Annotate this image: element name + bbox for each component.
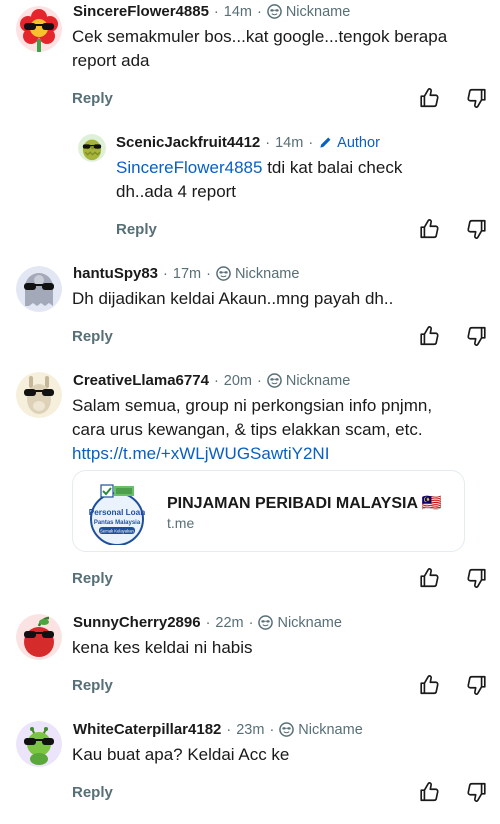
avatar-badge-icon <box>279 722 294 737</box>
separator: · <box>213 372 219 389</box>
thumb-line2: Pantas Malaysia <box>94 520 141 526</box>
avatar-badge-icon <box>216 266 231 281</box>
ghost-avatar[interactable] <box>16 266 62 312</box>
timestamp: 14m <box>223 3 252 20</box>
comment-body: kena kes keldai ni habis <box>72 638 253 657</box>
thumbs-up-icon[interactable] <box>418 781 440 803</box>
separator: · <box>269 721 275 738</box>
comment-line: SincereFlower4885 tdi kat balai check <box>116 156 402 180</box>
flower-avatar[interactable] <box>16 6 62 52</box>
reply-button[interactable]: Reply <box>72 90 113 107</box>
avatar-badge-icon <box>267 373 282 388</box>
thumbs-up-icon[interactable] <box>418 674 440 696</box>
user-mention-link[interactable]: SincereFlower4885 <box>116 158 262 177</box>
preview-thumbnail: Personal Loan Pantas Malaysia Semak Kela… <box>83 479 151 545</box>
reply-button[interactable]: Reply <box>72 784 113 801</box>
user-flair: Nickname <box>285 3 351 20</box>
comment-line: Salam semua, group ni perkongsian info p… <box>72 396 433 415</box>
username[interactable]: WhiteCaterpillar4182 <box>73 721 221 738</box>
separator: · <box>256 3 262 20</box>
reply-button[interactable]: Reply <box>72 677 113 694</box>
separator: · <box>248 614 254 631</box>
timestamp: 20m <box>223 372 252 389</box>
comment-meta: hantuSpy83 · 17m · Nickname <box>73 265 299 282</box>
separator: · <box>257 372 262 389</box>
separator: · <box>163 265 168 282</box>
timestamp: 14m <box>275 134 304 151</box>
comment-line: dh..ada 4 report <box>116 182 237 201</box>
thumbs-up-icon[interactable] <box>418 218 440 240</box>
thumbs-up-icon[interactable] <box>418 567 440 589</box>
separator: · <box>226 721 232 738</box>
comment-meta: SincereFlower4885 · 14m · Nickname <box>73 3 350 20</box>
comment-text: tdi kat balai check <box>262 158 403 177</box>
timestamp: 23m <box>236 721 265 738</box>
pencil-icon <box>318 135 333 150</box>
user-flair: Nickname <box>298 721 363 738</box>
comment-body: Dh dijadikan keldai Akaun..mng payah dh.… <box>72 289 394 308</box>
comment-meta: ScenicJackfruit4412 · 14m · Author <box>116 134 380 151</box>
username[interactable]: ScenicJackfruit4412 <box>116 134 260 151</box>
thumbs-down-icon[interactable] <box>466 674 488 696</box>
comment-line: cara urus kewangan, & tips elakkan scam,… <box>72 420 423 439</box>
comment-body: Kau buat apa? Keldai Acc ke <box>72 745 290 764</box>
separator: · <box>206 265 211 282</box>
cherry-avatar[interactable] <box>16 614 62 660</box>
user-flair: Nickname <box>285 372 351 389</box>
thumbs-down-icon[interactable] <box>466 567 488 589</box>
user-flair: Nickname <box>277 614 342 631</box>
llama-avatar[interactable] <box>16 372 62 418</box>
preview-title: PINJAMAN PERIBADI MALAYSIA 🇲🇾 <box>167 495 442 512</box>
separator: · <box>308 134 314 151</box>
thumbs-up-icon[interactable] <box>418 325 440 347</box>
comment-body: Cek semakmuler bos...kat google...tengok… <box>72 25 447 73</box>
thumb-line1: Personal Loan <box>89 508 145 517</box>
thumbs-down-icon[interactable] <box>466 87 488 109</box>
thumb-line3: Semak Kelayakan <box>100 529 134 534</box>
author-badge: Author <box>337 134 380 151</box>
timestamp: 17m <box>172 265 202 282</box>
separator: · <box>265 134 271 151</box>
comment-meta: CreativeLlama6774 · 20m · Nickname <box>73 372 350 389</box>
comment-body: Salam semua, group ni perkongsian info p… <box>72 394 432 466</box>
jackfruit-avatar[interactable] <box>78 134 106 162</box>
comment-meta: SunnyCherry2896 · 22m · Nickname <box>73 614 342 631</box>
separator: · <box>213 3 219 20</box>
reply-button[interactable]: Reply <box>116 221 157 238</box>
comment-body: SincereFlower4885 tdi kat balai check dh… <box>116 156 402 204</box>
preview-domain: t.me <box>167 515 195 531</box>
thumbs-up-icon[interactable] <box>418 87 440 109</box>
avatar-badge-icon <box>258 615 273 630</box>
separator: · <box>205 614 211 631</box>
reply-button[interactable]: Reply <box>72 570 113 587</box>
comment-meta: WhiteCaterpillar4182 · 23m · Nickname <box>73 721 363 738</box>
username[interactable]: SunnyCherry2896 <box>73 614 201 631</box>
reply-button[interactable]: Reply <box>72 328 113 345</box>
timestamp: 22m <box>215 614 244 631</box>
comment-line: report ada <box>72 51 150 70</box>
username[interactable]: CreativeLlama6774 <box>73 372 209 389</box>
caterpillar-avatar[interactable] <box>16 721 62 767</box>
thumbs-down-icon[interactable] <box>466 218 488 240</box>
username[interactable]: SincereFlower4885 <box>73 3 209 20</box>
thumbs-down-icon[interactable] <box>466 781 488 803</box>
avatar-badge-icon <box>267 4 282 19</box>
username[interactable]: hantuSpy83 <box>73 265 158 282</box>
user-flair: Nickname <box>234 265 300 282</box>
telegram-link[interactable]: https://t.me/+xWLjWUGSawtiY2NI <box>72 442 432 466</box>
comment-line: Cek semakmuler bos...kat google...tengok… <box>72 27 448 46</box>
link-preview-card[interactable]: Personal Loan Pantas Malaysia Semak Kela… <box>72 470 465 552</box>
thumbs-down-icon[interactable] <box>466 325 488 347</box>
